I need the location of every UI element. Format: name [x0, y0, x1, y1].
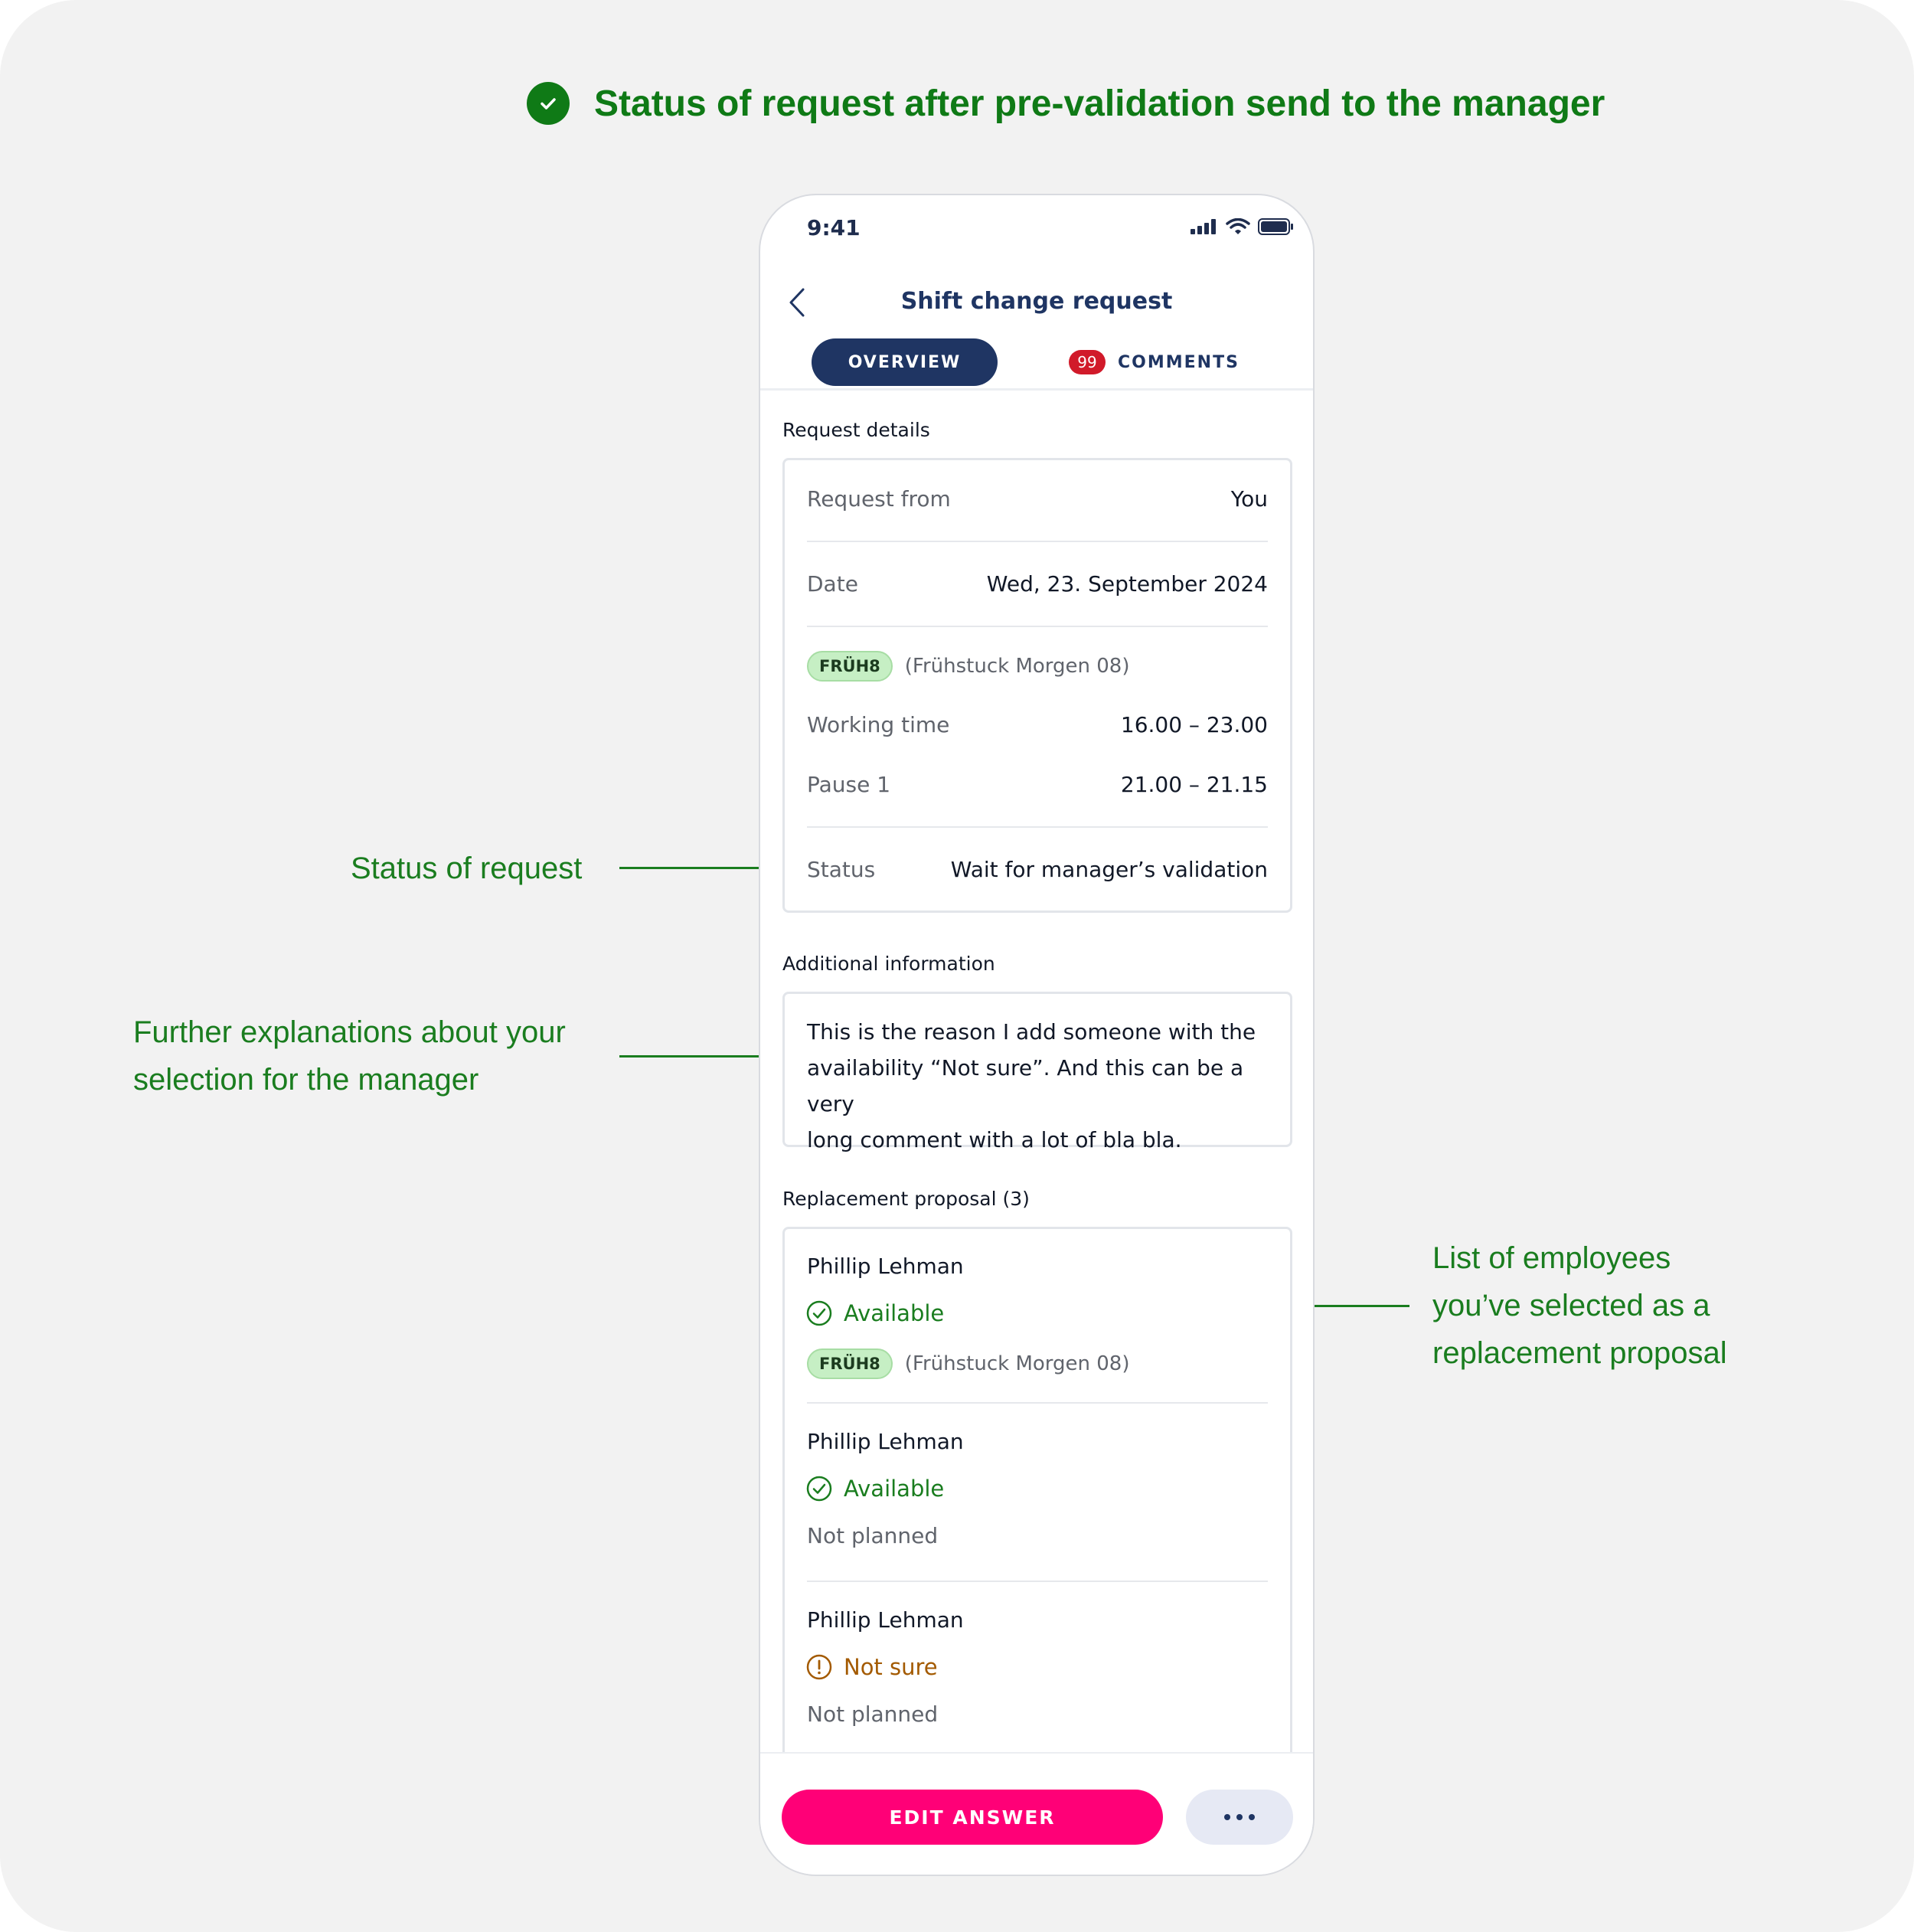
tab-comments-label: COMMENTS — [1118, 352, 1240, 372]
status-key: Status — [807, 857, 876, 882]
working-time-key: Working time — [807, 712, 950, 737]
availability-label: Available — [844, 1476, 945, 1502]
request-from-key: Request from — [807, 486, 951, 512]
request-from-value: You — [1230, 486, 1268, 512]
annotation-replacement-line-2: you’ve selected as a — [1432, 1289, 1710, 1322]
shift-chip-row: FRÜH8 (Frühstuck Morgen 08) — [807, 651, 1130, 682]
annotation-additional-line-1: Further explanations about your — [133, 1015, 566, 1049]
status-bar: 9:41 — [760, 195, 1313, 264]
shift-chip-row: FRÜH8 (Frühstuck Morgen 08) — [807, 1348, 1130, 1379]
shift-code-chip: FRÜH8 — [807, 651, 893, 682]
page-title: Shift change request — [900, 288, 1173, 315]
more-horizontal-icon — [1249, 1814, 1255, 1820]
bottom-action-bar: EDIT ANSWER — [760, 1752, 1313, 1875]
divider — [807, 826, 1268, 828]
annotation-additional: Further explanations about your selectio… — [133, 1008, 566, 1103]
additional-info-label: Additional information — [782, 953, 995, 975]
row-pause: Pause 1 21.00 – 21.15 — [807, 772, 1268, 797]
availability-status: Available — [805, 1475, 944, 1502]
check-circle-outline-icon — [805, 1475, 833, 1502]
headline: Status of request after pre-validation s… — [527, 80, 1605, 126]
replacement-card: Phillip Lehman Available FRÜH8 (Frühstuc… — [782, 1227, 1292, 1778]
status-icons — [1191, 218, 1293, 235]
pause-key: Pause 1 — [807, 772, 891, 797]
replacement-label: Replacement proposal (3) — [782, 1188, 1030, 1210]
tab-bar: OVERVIEW 99 COMMENTS — [760, 335, 1313, 391]
additional-info-line-1: This is the reason I add someone with th… — [807, 1019, 1256, 1044]
signal-icon — [1191, 219, 1216, 234]
more-horizontal-icon — [1236, 1814, 1243, 1820]
additional-info-line-3: long comment with a lot of bla bla. — [807, 1127, 1182, 1152]
divider — [807, 541, 1268, 542]
availability-label: Not sure — [844, 1654, 938, 1680]
annotation-additional-connector — [619, 1055, 782, 1058]
comments-count-badge: 99 — [1069, 350, 1106, 374]
annotation-status: Status of request — [351, 845, 582, 892]
employee-name: Phillip Lehman — [807, 1607, 964, 1633]
availability-status: Available — [805, 1299, 944, 1327]
divider — [807, 1402, 1268, 1404]
divider — [807, 626, 1268, 627]
battery-icon — [1258, 218, 1293, 235]
wifi-icon — [1226, 218, 1250, 234]
annotation-replacement-line-1: List of employees — [1432, 1241, 1671, 1275]
request-details-card: Request from You Date Wed, 23. September… — [782, 458, 1292, 913]
employee-name: Phillip Lehman — [807, 1254, 964, 1279]
tab-comments[interactable]: 99 COMMENTS — [1069, 338, 1240, 386]
date-key: Date — [807, 571, 858, 597]
phone-frame: 9:41 Shift change request OVERVIEW 99 CO… — [759, 194, 1315, 1876]
divider — [807, 1581, 1268, 1582]
status-value: Wait for manager’s validation — [950, 857, 1268, 882]
request-details-label: Request details — [782, 419, 930, 441]
row-working-time: Working time 16.00 – 23.00 — [807, 712, 1268, 737]
shift-code-chip: FRÜH8 — [807, 1348, 893, 1379]
additional-info-card: This is the reason I add someone with th… — [782, 992, 1292, 1152]
shift-description: (Frühstuck Morgen 08) — [904, 1352, 1130, 1375]
pause-value: 21.00 – 21.15 — [1120, 772, 1268, 797]
headline-title: Status of request after pre-validation s… — [594, 83, 1605, 124]
annotation-replacement-line-3: replacement proposal — [1432, 1336, 1727, 1370]
availability-label: Available — [844, 1300, 945, 1326]
warning-circle-icon — [805, 1653, 833, 1681]
availability-status: Not sure — [805, 1653, 938, 1681]
check-circle-icon — [527, 82, 570, 125]
plan-status: Not planned — [807, 1523, 939, 1548]
working-time-value: 16.00 – 23.00 — [1120, 712, 1268, 737]
annotation-replacement: List of employees you’ve selected as a r… — [1432, 1234, 1727, 1377]
plan-status: Not planned — [807, 1702, 939, 1727]
annotation-status-connector — [619, 867, 782, 869]
status-time: 9:41 — [807, 215, 861, 240]
edit-answer-button[interactable]: EDIT ANSWER — [782, 1790, 1163, 1845]
tab-overview[interactable]: OVERVIEW — [812, 338, 998, 386]
date-value: Wed, 23. September 2024 — [986, 571, 1268, 597]
annotation-additional-line-2: selection for the manager — [133, 1063, 479, 1097]
employee-name: Phillip Lehman — [807, 1429, 964, 1454]
more-horizontal-icon — [1224, 1814, 1230, 1820]
additional-info-text: This is the reason I add someone with th… — [807, 1014, 1268, 1158]
row-date: Date Wed, 23. September 2024 — [807, 571, 1268, 597]
shift-description: (Frühstuck Morgen 08) — [904, 655, 1130, 678]
row-status: Status Wait for manager’s validation — [807, 857, 1268, 882]
more-options-button[interactable] — [1186, 1790, 1293, 1845]
annotation-status-line-1: Status of request — [351, 852, 583, 885]
additional-info-line-2: availability “Not sure”. And this can be… — [807, 1055, 1244, 1116]
nav-bar: Shift change request — [760, 268, 1313, 337]
check-circle-outline-icon — [805, 1299, 833, 1327]
row-request-from: Request from You — [807, 486, 1268, 512]
